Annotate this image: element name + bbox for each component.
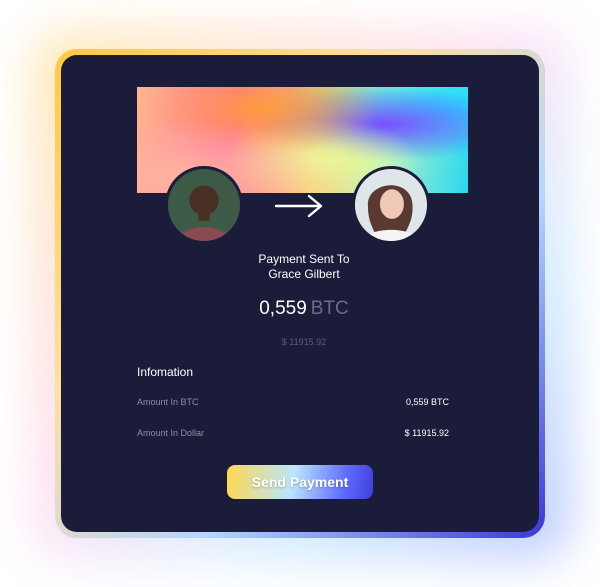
fiat-amount: $ 11915.92 [281,337,327,347]
info-row-label: Amount In Dollar [137,428,205,438]
arrow-right-icon [274,193,324,219]
payment-title: Payment Sent To Grace Gilbert [200,252,408,282]
info-row-value: 0,559 BTC [405,397,449,407]
info-row-btc: Amount In BTC 0,559 BTC [137,397,449,407]
amount-unit: BTC [310,298,349,319]
amount-value: 0,559 [259,298,307,319]
page: Payment Sent To Grace Gilbert 0,559 BTC $… [0,0,600,587]
recipient-avatar [352,166,430,244]
info-row-dollar: Amount In Dollar $ 11915.92 [137,428,449,438]
info-row-value: $ 11915.92 [404,428,449,438]
payment-title-line1: Payment Sent To [258,252,350,266]
recipient-name: Grace Gilbert [268,267,340,281]
info-heading: Infomation [137,365,194,379]
send-payment-button[interactable]: Send Payment [227,465,373,499]
sender-avatar [165,166,243,244]
info-row-label: Amount In BTC [137,397,199,407]
payment-amount: 0,559 BTC [200,298,408,320]
